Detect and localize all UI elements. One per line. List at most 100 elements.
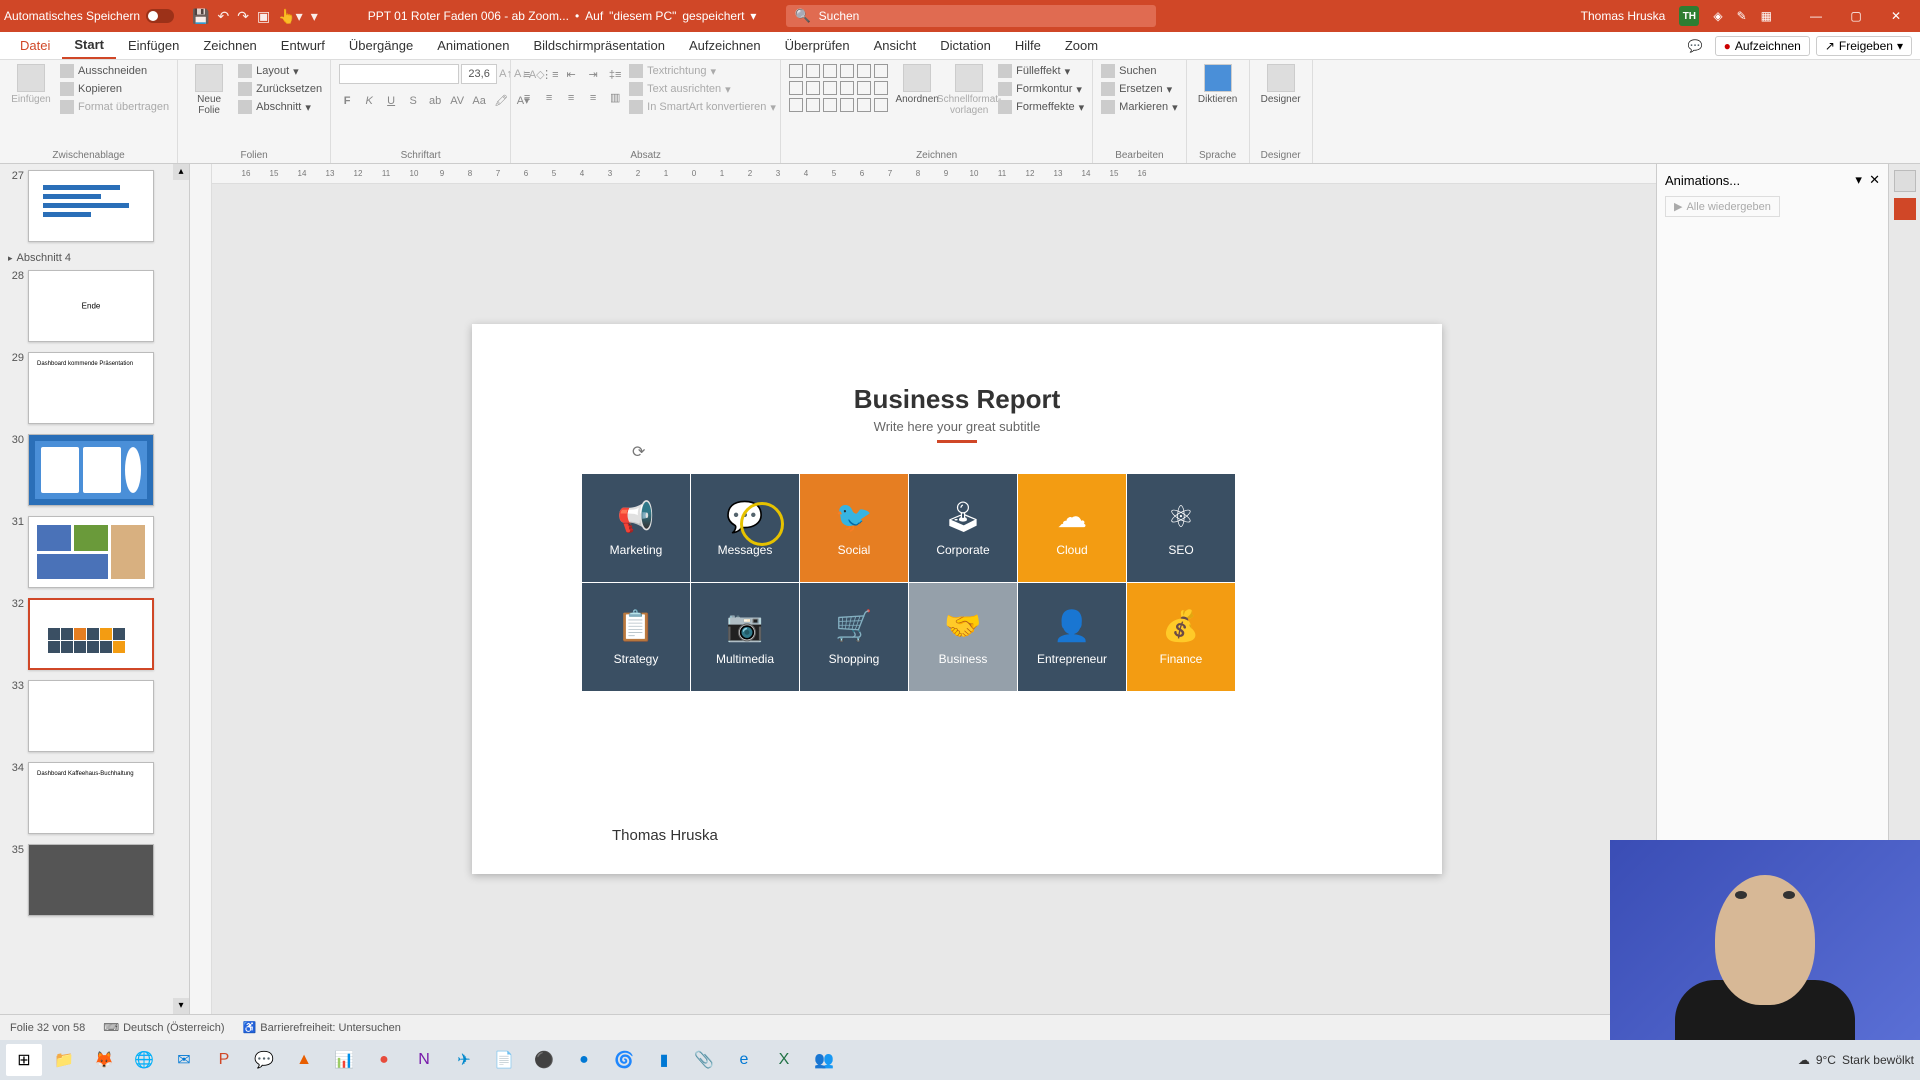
edge-icon[interactable]: e [726,1044,762,1076]
tile-social[interactable]: 🐦Social [800,474,908,582]
case-button[interactable]: Aa [471,95,487,107]
slide-canvas-area[interactable]: 1615141312111098765432101234567891011121… [212,164,1656,1014]
tab-entwurf[interactable]: Entwurf [269,32,337,59]
spacing-button[interactable]: AV [449,95,465,107]
slide-thumbnail-34[interactable]: Dashboard Kaffeehaus-Buchhaltung [28,762,154,834]
dictate-button[interactable]: Diktieren [1195,64,1241,105]
play-all-button[interactable]: ▶ Alle wiedergeben [1665,196,1780,217]
numbering-icon[interactable]: ⋮≡ [541,68,557,81]
redo-icon[interactable]: ↷ [237,8,249,25]
slide-thumbnail-28[interactable]: Ende [28,270,154,342]
close-button[interactable]: ✕ [1876,0,1916,32]
font-family-input[interactable] [339,64,459,84]
onenote-icon[interactable]: N [406,1044,442,1076]
rotate-handle-icon[interactable]: ⟳ [632,442,645,462]
tab-überprüfen[interactable]: Überprüfen [773,32,862,59]
tab-aufzeichnen[interactable]: Aufzeichnen [677,32,773,59]
tile-messages[interactable]: 💬Messages [691,474,799,582]
tile-shopping[interactable]: 🛒Shopping [800,583,908,691]
tile-cloud[interactable]: ☁Cloud [1018,474,1126,582]
document-title[interactable]: PPT 01 Roter Faden 006 - ab Zoom... • Au… [368,9,757,23]
line-spacing-icon[interactable]: ‡≡ [607,69,623,81]
quick-styles-button[interactable]: Schnellformat-vorlagen [946,64,992,116]
slide-counter[interactable]: Folie 32 von 58 [10,1022,85,1034]
tile-multimedia[interactable]: 📷Multimedia [691,583,799,691]
justify-icon[interactable]: ≡ [585,92,601,104]
tile-seo[interactable]: ⚛SEO [1127,474,1235,582]
arrange-button[interactable]: Anordnen [894,64,940,105]
smartart-button[interactable]: In SmartArt konvertieren ▾ [629,100,776,114]
tab-zoom[interactable]: Zoom [1053,32,1110,59]
underline-button[interactable]: U [383,95,399,107]
user-name[interactable]: Thomas Hruska [1581,9,1666,23]
slide-thumbnail-33[interactable] [28,680,154,752]
tab-bildschirmpräsentation[interactable]: Bildschirmpräsentation [521,32,677,59]
new-slide-button[interactable]: Neue Folie [186,64,232,116]
app-icon[interactable]: ● [366,1044,402,1076]
designer-button[interactable]: Designer [1258,64,1304,105]
maximize-button[interactable]: ▢ [1836,0,1876,32]
tab-dictation[interactable]: Dictation [928,32,1003,59]
shadow-button[interactable]: ab [427,95,443,107]
tab-hilfe[interactable]: Hilfe [1003,32,1053,59]
outlook-icon[interactable]: ✉ [166,1044,202,1076]
tile-marketing[interactable]: 📢Marketing [582,474,690,582]
app-icon[interactable]: 🌀 [606,1044,642,1076]
slide-thumbnail-29[interactable]: Dashboard kommende Präsentation [28,352,154,424]
chevron-down-icon[interactable]: ▾ [750,9,756,23]
scroll-down-icon[interactable]: ▾ [173,998,189,1014]
slide-thumbnail-31[interactable] [28,516,154,588]
author-name[interactable]: Thomas Hruska [612,827,718,844]
tile-entrepreneur[interactable]: 👤Entrepreneur [1018,583,1126,691]
firefox-icon[interactable]: 🦊 [86,1044,122,1076]
section-button[interactable]: Abschnitt ▾ [238,100,322,114]
toggle-switch-icon[interactable] [146,9,174,23]
tab-einfügen[interactable]: Einfügen [116,32,191,59]
copy-button[interactable]: Kopieren [60,82,169,96]
excel-icon[interactable]: X [766,1044,802,1076]
align-text-button[interactable]: Text ausrichten ▾ [629,82,776,96]
tile-business[interactable]: 🤝Business [909,583,1017,691]
app-icon[interactable]: 💬 [246,1044,282,1076]
shape-gallery[interactable] [789,64,888,112]
undo-icon[interactable]: ↶ [218,8,230,25]
obs-icon[interactable]: ⚫ [526,1044,562,1076]
tab-animationen[interactable]: Animationen [425,32,521,59]
tile-strategy[interactable]: 📋Strategy [582,583,690,691]
teams-icon[interactable]: 👥 [806,1044,842,1076]
tile-corporate[interactable]: 🕹Corporate [909,474,1017,582]
shape-effects-button[interactable]: Formeffekte ▾ [998,100,1084,114]
tile-finance[interactable]: 💰Finance [1127,583,1235,691]
slide-title[interactable]: Business Report [472,384,1442,415]
app-icon[interactable]: 📄 [486,1044,522,1076]
shape-fill-button[interactable]: Fülleffekt ▾ [998,64,1084,78]
text-direction-button[interactable]: Textrichtung ▾ [629,64,776,78]
font-size-input[interactable] [461,64,497,84]
paste-button[interactable]: Einfügen [8,64,54,105]
indent-inc-icon[interactable]: ⇥ [585,68,601,81]
chrome-icon[interactable]: 🌐 [126,1044,162,1076]
tab-ansicht[interactable]: Ansicht [862,32,929,59]
rail-button-1[interactable] [1894,170,1916,192]
app-icon[interactable]: ● [566,1044,602,1076]
reset-button[interactable]: Zurücksetzen [238,82,322,96]
slide-subtitle[interactable]: Write here your great subtitle [472,419,1442,434]
shape-outline-button[interactable]: Formkontur ▾ [998,82,1084,96]
columns-icon[interactable]: ▥ [607,91,623,104]
share-button[interactable]: ↗Freigeben▾ [1816,36,1912,56]
highlight-button[interactable]: 🖍 [493,94,509,107]
slide-thumbnails-panel[interactable]: ▴ 27 Abschnitt 4 28 Ende 29 Dashboard ko… [0,164,190,1014]
format-painter-button[interactable]: Format übertragen [60,100,169,114]
align-left-icon[interactable]: ≡ [519,92,535,104]
powerpoint-icon[interactable]: P [206,1044,242,1076]
tab-übergänge[interactable]: Übergänge [337,32,425,59]
cut-button[interactable]: Ausschneiden [60,64,169,78]
tab-start[interactable]: Start [62,32,116,59]
record-button[interactable]: ●Aufzeichnen [1715,36,1810,56]
touch-icon[interactable]: 👆▾ [278,8,302,25]
close-icon[interactable]: ✕ [1869,172,1880,187]
slide[interactable]: Business Report Write here your great su… [472,324,1442,874]
replace-button[interactable]: Ersetzen ▾ [1101,82,1177,96]
section-header[interactable]: Abschnitt 4 [8,252,183,264]
window-icon[interactable]: ▦ [1761,9,1772,23]
